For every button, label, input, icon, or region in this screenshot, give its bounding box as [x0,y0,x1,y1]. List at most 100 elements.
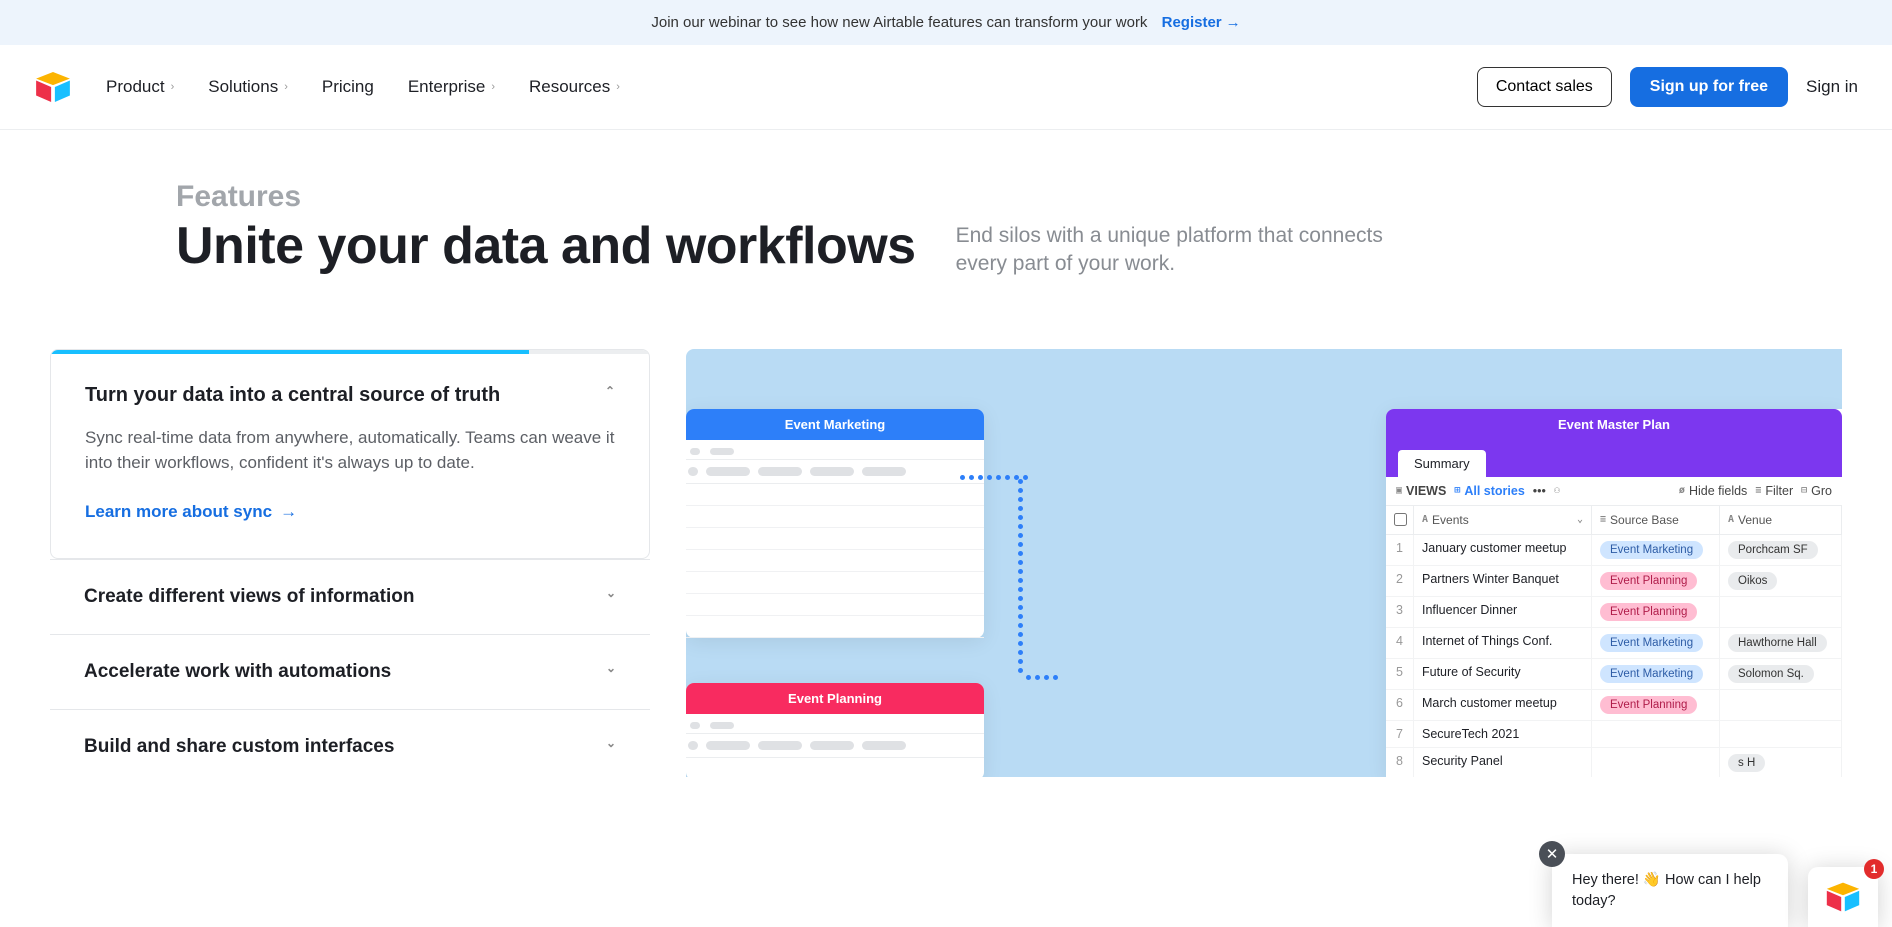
group-icon: ⊟ [1801,485,1807,496]
cell-source[interactable]: Event Planning [1592,566,1720,596]
hero-section: Features Unite your data and workflows E… [0,130,1892,309]
venue-pill: Solomon Sq. [1728,665,1814,683]
grid-toolbar: ▣ VIEWS ⊞ All stories ••• ⚇ ø Hide field… [1386,477,1842,506]
accordion-item-automations[interactable]: Accelerate work with automations ⌄ [50,634,650,709]
cell-venue[interactable]: Hawthorne Hall [1720,628,1842,658]
table-row[interactable]: 8Security Panel s H [1386,748,1842,777]
col-venue[interactable]: A Venue [1720,506,1842,534]
cell-venue[interactable]: Oikos [1720,566,1842,596]
table-row[interactable]: 3Influencer Dinner Event Planning [1386,597,1842,628]
table-row[interactable]: 7SecureTech 2021 [1386,721,1842,748]
list-icon: ≡ [1600,514,1606,525]
cell-event[interactable]: Internet of Things Conf. [1414,628,1592,658]
nav-resources[interactable]: Resources› [529,77,620,97]
venue-pill: Hawthorne Hall [1728,634,1827,652]
banner-text: Join our webinar to see how new Airtable… [651,14,1147,31]
connection-dots [1016,477,1025,675]
cell-venue[interactable]: Solomon Sq. [1720,659,1842,689]
people-icon[interactable]: ⚇ [1554,485,1560,496]
col-source[interactable]: ≡ Source Base [1592,506,1720,534]
hero-subtitle: End silos with a unique platform that co… [956,218,1436,279]
cell-source[interactable]: Event Marketing [1592,659,1720,689]
airtable-logo[interactable] [34,72,72,102]
contact-sales-button[interactable]: Contact sales [1477,67,1612,107]
chevron-right-icon: › [616,81,620,93]
arrow-right-icon: → [280,502,297,522]
hide-fields-button[interactable]: ø Hide fields [1679,484,1747,498]
chevron-right-icon: › [171,81,175,93]
chevron-down-icon: ⌄ [1577,514,1583,525]
accordion: Turn your data into a central source of … [50,349,650,784]
cell-event[interactable]: March customer meetup [1414,690,1592,720]
table-row[interactable]: 1January customer meetupEvent MarketingP… [1386,535,1842,566]
accordion-item-open[interactable]: Turn your data into a central source of … [50,349,650,559]
chevron-down-icon: ⌄ [606,586,616,600]
filter-icon: ≡ [1755,485,1761,496]
table-row[interactable]: 5Future of SecurityEvent MarketingSolomo… [1386,659,1842,690]
arrow-right-icon: → [1226,14,1241,31]
table-row[interactable]: 4Internet of Things Conf.Event Marketing… [1386,628,1842,659]
row-number: 3 [1386,597,1414,627]
cell-venue[interactable] [1720,597,1842,627]
nav-product[interactable]: Product› [106,77,174,97]
nav-enterprise[interactable]: Enterprise› [408,77,495,97]
progress-bar [51,350,649,354]
cell-source[interactable]: Event Planning [1592,690,1720,720]
features-content: Turn your data into a central source of … [0,309,1892,784]
signup-button[interactable]: Sign up for free [1630,67,1788,107]
cell-event[interactable]: Partners Winter Banquet [1414,566,1592,596]
signin-link[interactable]: Sign in [1806,77,1858,97]
chat-launcher[interactable]: 1 [1808,867,1878,927]
tab-summary[interactable]: Summary [1398,450,1486,477]
cell-event[interactable]: January customer meetup [1414,535,1592,565]
banner-register-link[interactable]: Register→ [1162,14,1241,31]
cell-source[interactable]: Event Marketing [1592,535,1720,565]
airtable-logo-icon [1825,882,1861,912]
col-events[interactable]: A Events⌄ [1414,506,1592,534]
pane-event-planning: Event Planning [686,683,984,777]
cell-event[interactable]: Influencer Dinner [1414,597,1592,627]
venue-pill: Oikos [1728,572,1777,590]
feature-visual: Event Marketing Event Planning [686,349,1842,777]
grid-body: 1January customer meetupEvent MarketingP… [1386,535,1842,777]
view-all-stories[interactable]: ⊞ All stories [1454,484,1524,498]
pane-header: Event Marketing [686,409,984,440]
cell-source[interactable]: Event Planning [1592,597,1720,627]
nav-links: Product› Solutions› Pricing Enterprise› … [106,77,620,97]
table-row[interactable]: 2Partners Winter BanquetEvent Planning Oi… [1386,566,1842,597]
hero-eyebrow: Features [176,180,1716,214]
nav-pricing[interactable]: Pricing [322,77,374,97]
cell-venue[interactable] [1720,721,1842,747]
views-button[interactable]: ▣ VIEWS [1396,484,1446,498]
accordion-title: Turn your data into a central source of … [85,384,615,407]
cell-event[interactable]: SecureTech 2021 [1414,721,1592,747]
cell-event[interactable]: Security Panel [1414,748,1592,777]
row-number: 8 [1386,748,1414,777]
cell-source[interactable] [1592,721,1720,747]
nav-solutions[interactable]: Solutions› [208,77,288,97]
cell-source[interactable]: Event Marketing [1592,628,1720,658]
accordion-item-interfaces[interactable]: Build and share custom interfaces ⌄ [50,709,650,784]
source-pill: Event Marketing [1600,634,1703,652]
cell-venue[interactable]: Porchcam SF [1720,535,1842,565]
filter-button[interactable]: ≡ Filter [1755,484,1793,498]
cell-event[interactable]: Future of Security [1414,659,1592,689]
chevron-down-icon: ⌄ [606,736,616,750]
row-number: 2 [1386,566,1414,596]
accordion-item-views[interactable]: Create different views of information ⌄ [50,559,650,634]
source-pill: Event Planning [1600,603,1697,621]
text-icon: A [1422,514,1428,525]
connection-dots [1024,669,1060,687]
group-button[interactable]: ⊟ Gro [1801,484,1832,498]
cell-venue[interactable] [1720,690,1842,720]
select-all-checkbox[interactable] [1394,513,1407,526]
chat-bubble[interactable]: ✕ Hey there! 👋 How can I help today? [1552,854,1788,927]
learn-more-link[interactable]: Learn more about sync→ [85,502,297,522]
table-row[interactable]: 6March customer meetupEvent Planning [1386,690,1842,721]
cell-source[interactable] [1592,748,1720,777]
main-nav: Product› Solutions› Pricing Enterprise› … [0,45,1892,130]
cell-venue[interactable]: s H [1720,748,1842,777]
row-number: 1 [1386,535,1414,565]
close-icon[interactable]: ✕ [1539,841,1565,867]
more-icon[interactable]: ••• [1533,484,1546,498]
